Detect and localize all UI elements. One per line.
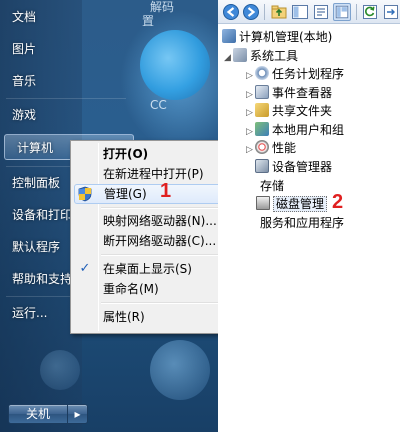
help-icon[interactable] — [333, 3, 351, 21]
start-menu-divider — [6, 98, 126, 99]
tree-label: 任务计划程序 — [272, 67, 345, 81]
tree-label: 本地用户和组 — [272, 123, 345, 137]
tree-node-device-manager[interactable]: 设备管理器 — [255, 158, 332, 176]
tree-node-local-users-groups[interactable]: ▷ 本地用户和组 — [246, 121, 344, 139]
tree-label: 服务和应用程序 — [260, 216, 345, 230]
device-manager-icon — [255, 159, 269, 173]
forward-arrow-icon[interactable] — [242, 3, 260, 21]
tree-label: 事件查看器 — [272, 86, 333, 100]
tree-label: 设备管理器 — [272, 160, 333, 174]
desktop-icon-label: 置 — [142, 14, 155, 28]
back-arrow-icon[interactable] — [222, 3, 240, 21]
mmc-toolbar — [218, 0, 400, 24]
start-item-games[interactable]: 游戏 — [0, 102, 134, 128]
refresh-icon[interactable] — [361, 3, 379, 21]
computer-management-icon — [222, 29, 236, 43]
expand-arrow-icon[interactable]: ▷ — [246, 104, 255, 122]
properties-icon[interactable] — [312, 3, 330, 21]
annotation-step-2: 2 — [332, 191, 344, 213]
folder-up-icon[interactable] — [270, 3, 288, 21]
expand-arrow-icon[interactable]: ▷ — [246, 141, 255, 159]
tree-label: 磁盘管理 — [273, 196, 328, 212]
tree-node-computer-management[interactable]: 计算机管理(本地) — [222, 28, 332, 46]
toolbar-separator — [264, 4, 265, 20]
tree-node-system-tools[interactable]: ◢ 系统工具 — [224, 47, 298, 65]
start-item-documents[interactable]: 文档 — [0, 4, 134, 30]
tree-node-disk-management[interactable]: 磁盘管理 — [256, 195, 328, 213]
export-icon[interactable] — [382, 3, 400, 21]
disk-icon — [256, 196, 270, 210]
start-item-pictures[interactable]: 图片 — [0, 36, 134, 62]
tree-label: 共享文件夹 — [272, 104, 333, 118]
tree-node-event-viewer[interactable]: ▷ 事件查看器 — [246, 84, 332, 102]
uac-shield-icon — [78, 186, 92, 202]
shutdown-group: 关机 ▸ — [8, 404, 88, 424]
event-log-icon — [255, 85, 269, 99]
desktop-decoration — [150, 340, 210, 400]
desktop-app-icon — [140, 30, 210, 100]
show-hide-tree-icon[interactable] — [291, 3, 309, 21]
users-icon — [255, 122, 269, 136]
clock-icon — [255, 66, 269, 80]
desktop-icon-label: CC — [150, 98, 167, 112]
toolbar-separator — [356, 4, 357, 20]
shutdown-button[interactable]: 关机 — [8, 404, 68, 424]
shutdown-options-button[interactable]: ▸ — [68, 404, 88, 424]
tree-node-performance[interactable]: ▷ 性能 — [246, 139, 296, 157]
checkmark-icon: ✓ — [79, 261, 91, 276]
shared-folder-icon — [255, 103, 269, 117]
tree-node-storage[interactable]: 存储 — [260, 177, 284, 195]
computer-management-window: 计算机管理(本地) ◢ 系统工具 ▷ 任务计划程序 ▷ 事件查看器 ▷ 共享文件夹 ▷ 本… — [218, 0, 400, 432]
tools-icon — [233, 48, 247, 62]
tree-label: 系统工具 — [250, 49, 299, 63]
tree-node-shared-folders[interactable]: ▷ 共享文件夹 — [246, 102, 332, 120]
expand-arrow-icon[interactable]: ▷ — [246, 67, 255, 85]
annotation-step-1: 1 — [160, 180, 172, 202]
performance-icon — [255, 140, 269, 154]
tree-node-services-applications[interactable]: 服务和应用程序 — [260, 214, 344, 232]
tree-label: 计算机管理(本地) — [239, 30, 333, 44]
start-item-music[interactable]: 音乐 — [0, 68, 134, 94]
tree-label: 存储 — [260, 179, 285, 193]
tree-node-task-scheduler[interactable]: ▷ 任务计划程序 — [246, 65, 344, 83]
collapse-arrow-icon[interactable]: ◢ — [224, 49, 233, 67]
tree-label: 性能 — [272, 141, 297, 155]
